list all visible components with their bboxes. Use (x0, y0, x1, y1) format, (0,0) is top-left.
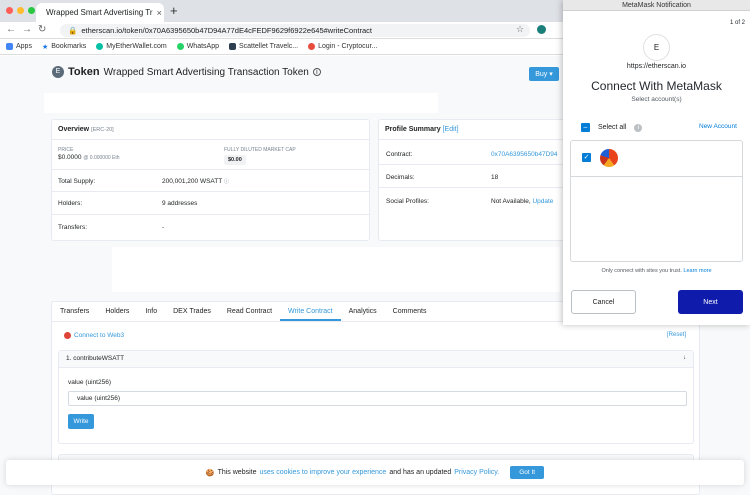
page-indicator: 1 of 2 (730, 20, 746, 26)
checkbox-indeterminate-icon: – (581, 123, 590, 132)
select-all-checkbox[interactable]: – Select all i (581, 123, 643, 132)
market-cap-value: $0.00 (224, 155, 246, 165)
metamask-window-title: MetaMask Notification (563, 0, 750, 11)
metamask-popup: MetaMask Notification 1 of 2 E https://e… (563, 0, 750, 325)
tab-title: Wrapped Smart Advertising Tr (46, 8, 153, 17)
learn-more-link[interactable]: Learn more (683, 268, 711, 274)
new-account-link[interactable]: New Account (699, 123, 737, 130)
bookmark-login[interactable]: Login - Cryptocur... (308, 43, 377, 50)
contract-address-link[interactable]: 0x70A6395650b47D94 (491, 151, 567, 158)
account-list: ✓ (570, 140, 743, 262)
myetherwallet-icon (96, 43, 104, 50)
profile-summary-card: Profile Summary [Edit] Contract: 0x70A63… (378, 119, 568, 241)
page-title: Token Wrapped Smart Advertising Transact… (68, 66, 321, 78)
ad-banner (44, 93, 438, 113)
decimals-label: Decimals: (386, 174, 415, 181)
star-icon: ★ (41, 43, 49, 51)
social-profiles-value: Not Available, Update (491, 198, 554, 205)
price-label: PRICE (58, 147, 74, 153)
lock-icon: 🔒 (68, 26, 78, 35)
extension-icon[interactable] (537, 25, 546, 34)
new-tab-icon[interactable]: + (170, 3, 178, 18)
tab-write-contract[interactable]: Write Contract (280, 302, 341, 321)
transfers-label: Transfers: (58, 224, 88, 231)
tab-analytics[interactable]: Analytics (341, 302, 385, 321)
total-supply-label: Total Supply: (58, 178, 96, 185)
value-input[interactable]: value (uint256) (68, 391, 687, 406)
token-logo-icon: E (52, 66, 64, 78)
bookmark-whatsapp[interactable]: WhatsApp (176, 43, 219, 50)
holders-value: 9 addresses (162, 200, 198, 207)
total-supply-value: 200,001,200 WSATT ⓘ (162, 178, 229, 185)
transfers-value: - (162, 224, 165, 231)
account-avatar (600, 149, 618, 167)
contract-function-card: 1. contributeWSATT ↓ value (uint256) valu… (58, 350, 694, 444)
apps-icon (6, 43, 13, 50)
chevron-down-icon: ↓ (683, 355, 686, 361)
info-icon[interactable]: i (634, 123, 643, 132)
ad-banner (112, 247, 560, 292)
close-tab-icon[interactable]: × (157, 8, 162, 18)
url-input[interactable]: 🔒 etherscan.io/token/0x70A6395650b47D94A… (60, 24, 530, 37)
overview-card: Overview [ERC-20] PRICE $0.0000 @ 0.0000… (51, 119, 370, 241)
tab-info[interactable]: Info (137, 302, 165, 321)
browser-tab[interactable]: Wrapped Smart Advertising Tr × (36, 3, 164, 22)
profile-header: Profile Summary [Edit] (379, 120, 567, 140)
site-logo-icon: E (643, 34, 670, 61)
contract-label: Contract: (386, 151, 413, 158)
tab-comments[interactable]: Comments (385, 302, 435, 321)
cookie-banner: 🍪 This website uses cookies to improve y… (6, 460, 744, 485)
bookmark-scattellet[interactable]: Scattellet Travelc... (228, 43, 298, 50)
trust-notice: Only connect with sites you trust. Learn… (601, 268, 712, 274)
got-it-button[interactable]: Got It (510, 466, 545, 479)
write-button[interactable]: Write (68, 414, 94, 429)
update-link[interactable]: Update (532, 198, 553, 205)
forward-icon[interactable]: → (22, 24, 32, 35)
decimals-value: 18 (491, 174, 499, 181)
function-header[interactable]: 1. contributeWSATT ↓ (59, 351, 693, 368)
disconnected-status-icon (64, 332, 71, 339)
star-icon[interactable]: ☆ (516, 24, 524, 35)
next-button[interactable]: Next (678, 290, 743, 314)
cookies-link[interactable]: uses cookies to improve your experience (259, 469, 386, 476)
market-cap-label: FULLY DILUTED MARKET CAP (224, 147, 296, 153)
cancel-button[interactable]: Cancel (571, 290, 636, 314)
checkbox-checked-icon[interactable]: ✓ (582, 153, 591, 162)
tab-transfers[interactable]: Transfers (52, 302, 97, 321)
connect-heading: Connect With MetaMask (591, 79, 722, 93)
back-icon[interactable]: ← (6, 24, 16, 35)
holders-label: Holders: (58, 200, 83, 207)
bookmark-favicon-icon (228, 43, 236, 50)
url-text: etherscan.io/token/0x70A6395650b47D94A77… (81, 26, 372, 35)
edit-link[interactable]: [Edit] (443, 126, 459, 133)
privacy-policy-link[interactable]: Privacy Policy. (454, 469, 499, 476)
connect-web3-link[interactable]: Connect to Web3 (64, 332, 124, 339)
buy-button[interactable]: Buy ▾ (529, 67, 559, 81)
whatsapp-icon (176, 43, 184, 50)
reset-link[interactable]: [Reset] (667, 332, 686, 338)
bookmark-favicon-icon (308, 43, 316, 50)
tab-dex-trades[interactable]: DEX Trades (165, 302, 219, 321)
select-accounts-label: Select account(s) (631, 96, 682, 103)
window-controls[interactable] (6, 7, 35, 14)
bookmark-apps[interactable]: Apps (6, 43, 32, 50)
token-name: Wrapped Smart Advertising Transaction To… (103, 66, 309, 78)
price-value: $0.0000 @ 0.000000 Eth (58, 154, 120, 161)
info-icon[interactable]: i (312, 68, 321, 76)
overview-header: Overview [ERC-20] (52, 120, 369, 140)
bookmark-myetherwallet[interactable]: MyEtherWallet.com (96, 43, 167, 50)
tab-read-contract[interactable]: Read Contract (219, 302, 280, 321)
account-row[interactable]: ✓ (571, 141, 742, 177)
bookmark-bookmarks[interactable]: ★ Bookmarks (42, 43, 86, 51)
tab-holders[interactable]: Holders (97, 302, 137, 321)
value-label: value (uint256) (68, 379, 111, 386)
cookie-icon: 🍪 (205, 469, 215, 477)
site-url: https://etherscan.io (626, 63, 687, 70)
reload-icon[interactable]: ↻ (38, 24, 46, 35)
social-profiles-label: Social Profiles: (386, 198, 429, 205)
